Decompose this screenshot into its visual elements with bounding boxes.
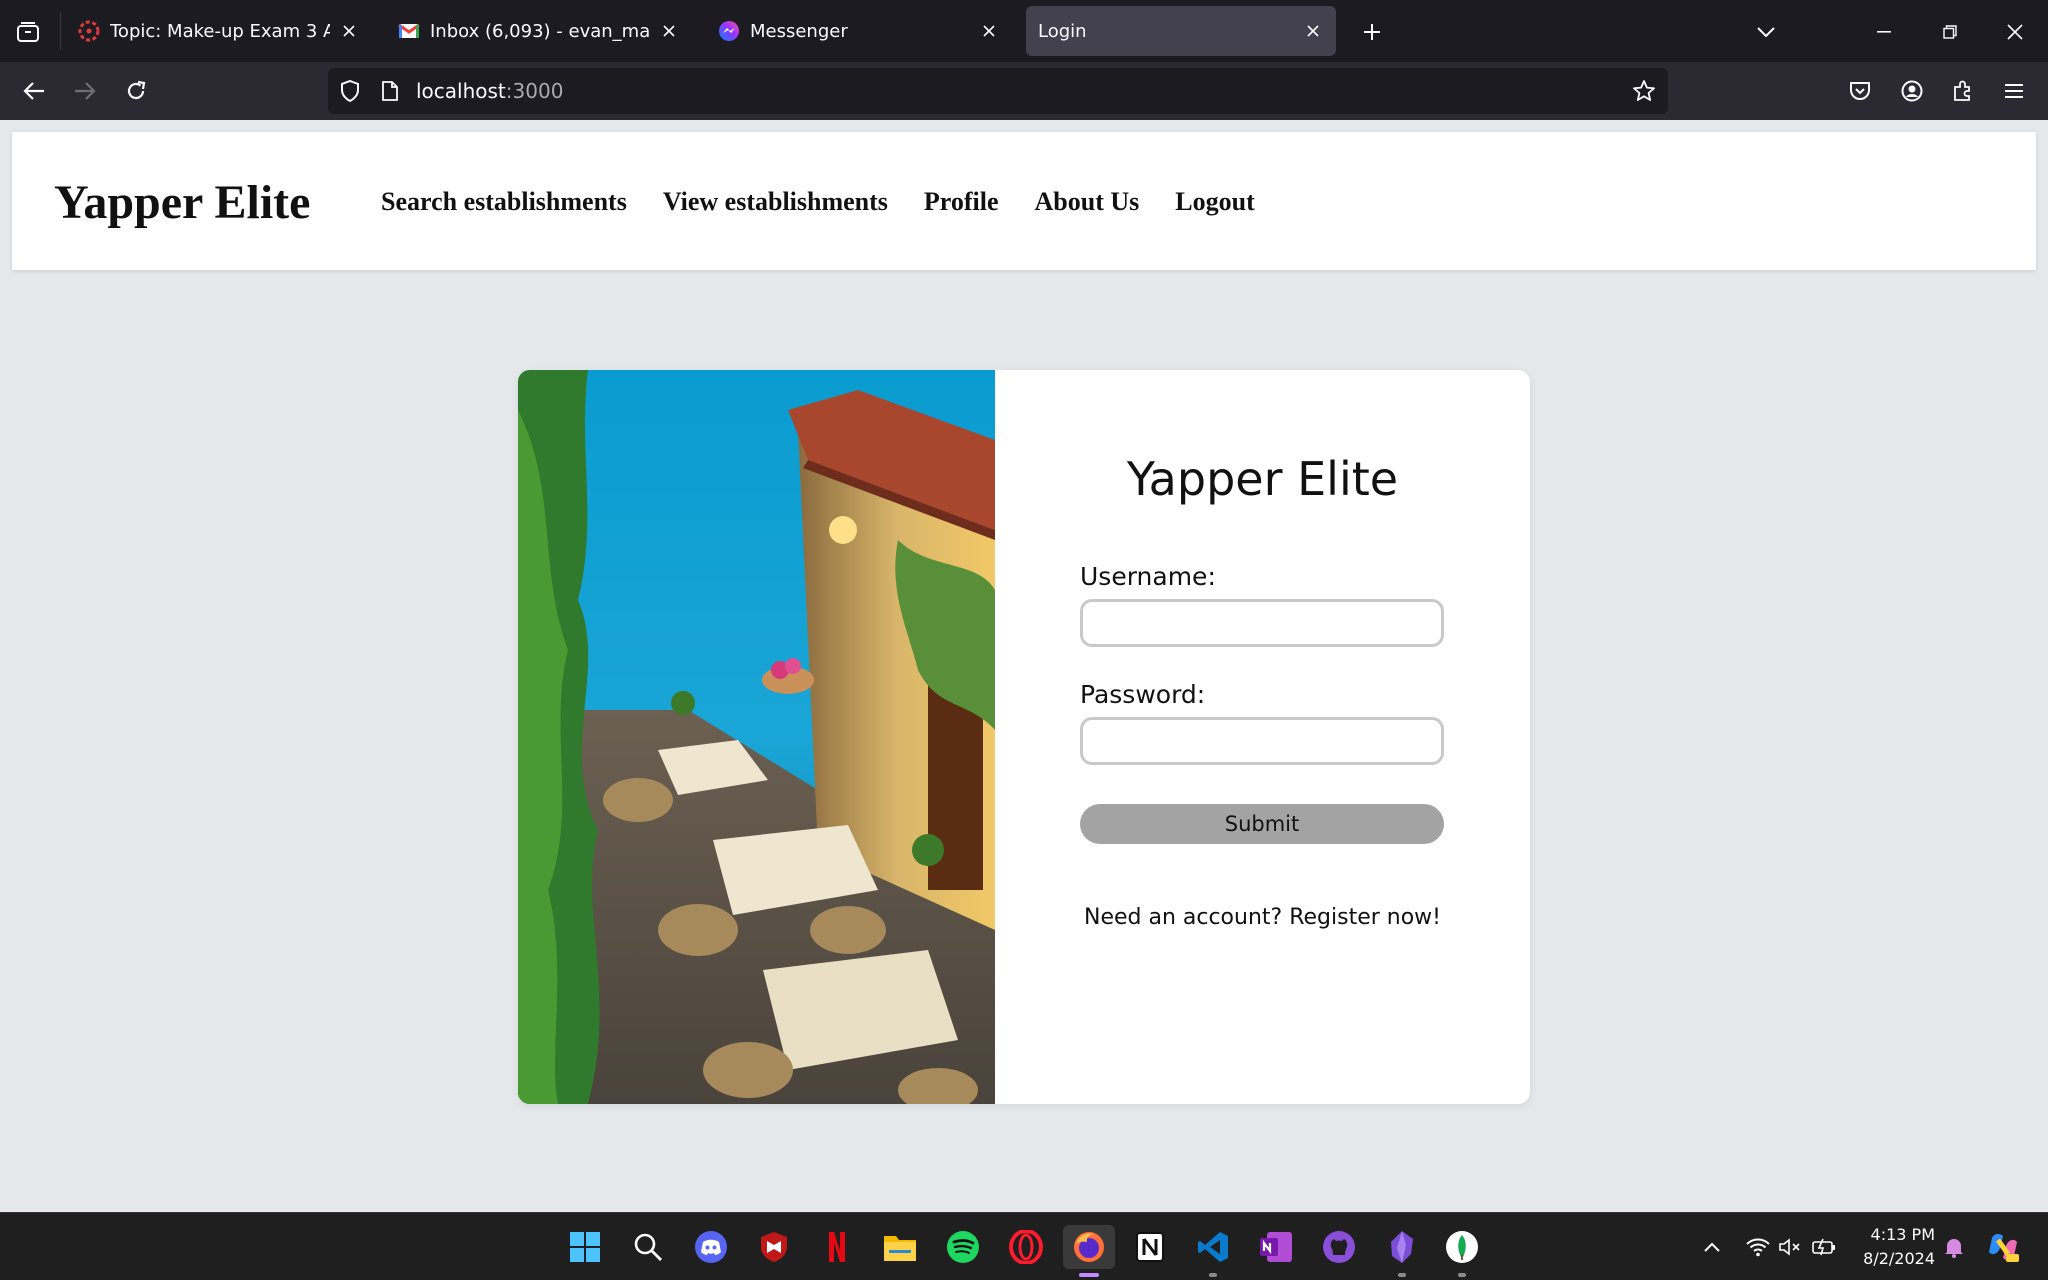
tab-title: Inbox (6,093) - evan_mari_degu — [430, 20, 650, 42]
tracking-protection-shield-icon[interactable] — [338, 79, 362, 103]
account-icon[interactable] — [1892, 71, 1932, 111]
system-clock[interactable]: 4:13 PM 8/2/2024 — [1855, 1223, 1935, 1271]
page-content: Yapper Elite Search establishments View … — [0, 120, 2048, 1212]
nav-search-establishments[interactable]: Search establishments — [381, 187, 627, 217]
mcafee-icon[interactable] — [752, 1225, 796, 1269]
copilot-icon[interactable] — [1986, 1230, 2020, 1264]
nav-profile[interactable]: Profile — [924, 187, 999, 217]
tab-title: Topic: Make-up Exam 3 Availabl — [110, 20, 330, 42]
running-indicator — [1398, 1273, 1406, 1277]
wifi-icon[interactable] — [1744, 1233, 1772, 1261]
tab-messenger[interactable]: Messenger — [706, 6, 1012, 56]
tab-overflow-chevron-icon[interactable] — [1748, 14, 1784, 50]
login-form: Yapper Elite Username: Password: Submit … — [995, 370, 1530, 1104]
windows-start-icon[interactable] — [563, 1225, 607, 1269]
running-indicator — [1209, 1273, 1217, 1277]
bookmark-star-icon[interactable] — [1632, 79, 1656, 103]
spotify-icon[interactable] — [941, 1225, 985, 1269]
pocket-icon[interactable] — [1840, 71, 1880, 111]
notification-bell-icon[interactable] — [1940, 1233, 1968, 1261]
opera-icon[interactable] — [1004, 1225, 1048, 1269]
site-header: Yapper Elite Search establishments View … — [12, 132, 2036, 270]
browser-toolbar: localhost:3000 — [0, 62, 2048, 120]
url-text[interactable]: localhost:3000 — [416, 79, 563, 103]
close-tab-icon[interactable] — [978, 20, 1000, 42]
tab-title: Login — [1038, 20, 1087, 42]
password-label: Password: — [1080, 680, 1206, 709]
username-label: Username: — [1080, 562, 1216, 591]
login-card: Yapper Elite Username: Password: Submit … — [518, 370, 1530, 1104]
mongodb-compass-icon[interactable] — [1440, 1225, 1484, 1277]
tab-title: Messenger — [750, 20, 848, 42]
running-indicator — [1458, 1273, 1466, 1277]
register-link[interactable]: Need an account? Register now! — [995, 905, 1530, 930]
clock-date: 8/2/2024 — [1863, 1249, 1935, 1268]
back-arrow-icon[interactable] — [14, 71, 54, 111]
nav-logout[interactable]: Logout — [1175, 187, 1254, 217]
close-tab-icon[interactable] — [338, 20, 360, 42]
restaurant-terrace-photo — [518, 370, 995, 1104]
forward-arrow-icon[interactable] — [65, 71, 105, 111]
browser-tab-bar: Topic: Make-up Exam 3 Availabl Inbox (6,… — [0, 0, 2048, 62]
site-nav: Search establishments View establishment… — [381, 187, 1291, 217]
form-title: Yapper Elite — [1126, 452, 1399, 506]
url-bar[interactable]: localhost:3000 — [328, 68, 1668, 114]
gmail-icon — [398, 20, 420, 42]
clock-time: 4:13 PM — [1870, 1225, 1935, 1244]
volume-muted-icon[interactable] — [1776, 1233, 1804, 1261]
username-input[interactable] — [1080, 599, 1444, 647]
site-brand[interactable]: Yapper Elite — [54, 175, 310, 230]
vscode-icon[interactable] — [1191, 1225, 1235, 1277]
active-indicator — [1079, 1273, 1099, 1277]
page-info-icon[interactable] — [378, 79, 402, 103]
tab-separator — [60, 12, 61, 50]
discord-icon[interactable] — [689, 1225, 733, 1269]
nav-view-establishments[interactable]: View establishments — [663, 187, 888, 217]
tab-canvas[interactable]: Topic: Make-up Exam 3 Availabl — [66, 6, 372, 56]
canvas-icon — [78, 20, 100, 42]
netflix-icon[interactable] — [815, 1225, 859, 1269]
minimize-icon[interactable] — [1866, 14, 1902, 50]
close-tab-icon[interactable] — [658, 20, 680, 42]
file-explorer-icon[interactable] — [878, 1225, 922, 1269]
obsidian-icon[interactable] — [1380, 1225, 1424, 1277]
firefox-icon[interactable] — [1063, 1225, 1115, 1277]
password-input[interactable] — [1080, 717, 1444, 765]
restore-icon[interactable] — [1932, 14, 1968, 50]
search-icon[interactable] — [626, 1225, 670, 1269]
nav-about-us[interactable]: About Us — [1035, 187, 1140, 217]
close-window-icon[interactable] — [1997, 14, 2033, 50]
github-desktop-icon[interactable] — [1317, 1225, 1361, 1269]
close-tab-icon[interactable] — [1302, 20, 1324, 42]
windows-taskbar: 4:13 PM 8/2/2024 — [0, 1212, 2048, 1280]
extensions-puzzle-icon[interactable] — [1943, 71, 1983, 111]
list-all-tabs-button[interactable] — [12, 16, 44, 48]
new-tab-button[interactable] — [1356, 16, 1388, 48]
menu-hamburger-icon[interactable] — [1994, 71, 2034, 111]
reload-icon[interactable] — [116, 71, 156, 111]
messenger-icon — [718, 20, 740, 42]
battery-charging-icon[interactable] — [1810, 1233, 1838, 1261]
notion-icon[interactable] — [1128, 1225, 1172, 1269]
show-hidden-icons-chevron-icon[interactable] — [1698, 1233, 1726, 1261]
onenote-icon[interactable] — [1254, 1225, 1298, 1269]
tab-gmail[interactable]: Inbox (6,093) - evan_mari_degu — [386, 6, 692, 56]
tab-login[interactable]: Login — [1026, 6, 1336, 56]
submit-button[interactable]: Submit — [1080, 804, 1444, 844]
